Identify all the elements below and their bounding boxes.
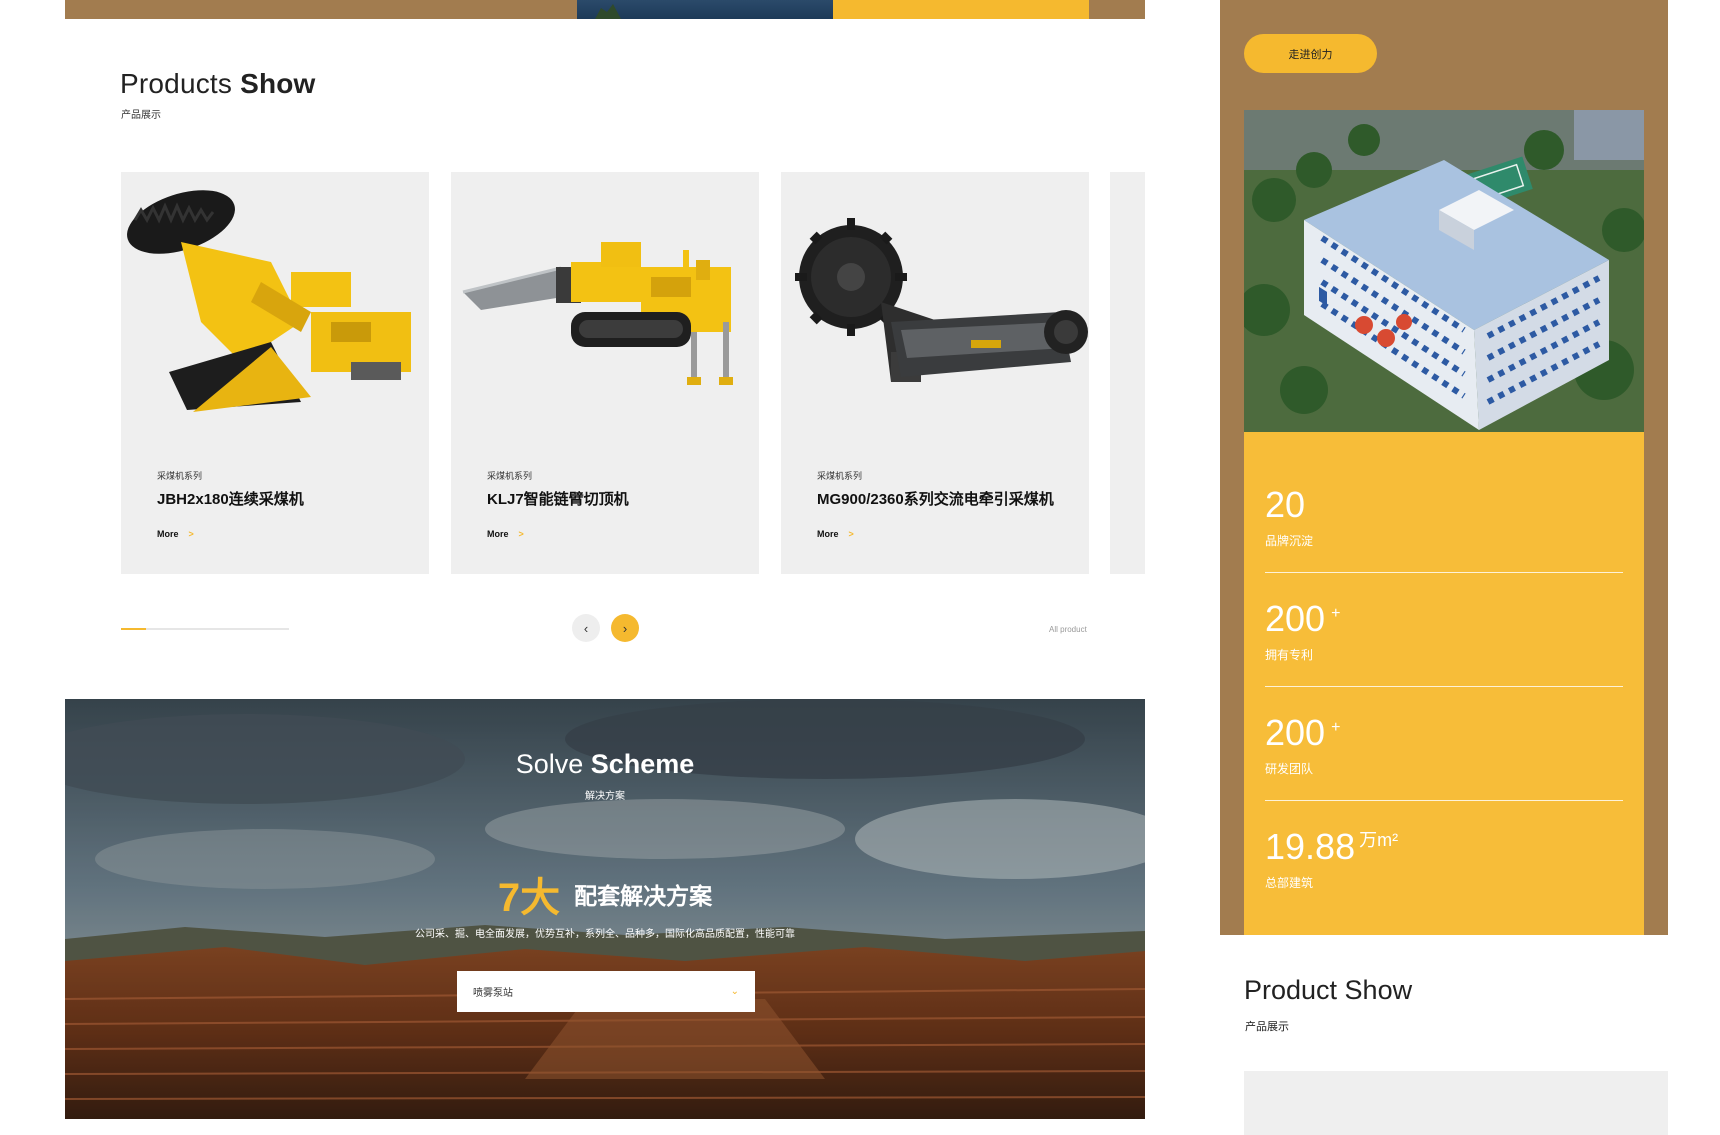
- stat-item: 200 + 研发团队: [1265, 712, 1623, 826]
- next-button[interactable]: ›: [611, 614, 639, 642]
- card-title[interactable]: JBH2x180连续采煤机: [157, 488, 304, 509]
- products-show-subtitle: 产品展示: [121, 110, 161, 121]
- product-card[interactable]: 采煤机系列 JBH2x180连续采煤机 More >: [121, 172, 429, 574]
- card-title[interactable]: KLJ7智能链臂切顶机: [487, 488, 629, 509]
- stat-label: 总部建筑: [1265, 876, 1314, 890]
- shearer-image: [795, 218, 1088, 382]
- solutions-description: 公司采、掘、电全面发展，优势互补，系列全、品种多，国际化高品质配置，性能可靠: [415, 929, 795, 940]
- stat-item: 19.88 万m² 总部建筑: [1265, 826, 1623, 940]
- continuous-miner-image: [127, 190, 411, 412]
- card-category: 采煤机系列: [817, 471, 863, 481]
- chevron-right-icon: ›: [622, 620, 628, 636]
- divider: [1265, 800, 1623, 801]
- stat-value: 19.88 万m²: [1265, 826, 1399, 867]
- slider-progress-fill: [121, 628, 147, 630]
- solve-scheme-subtitle: 解决方案: [585, 791, 625, 802]
- divider: [1265, 572, 1623, 573]
- solutions-heading: 7大 配套解决方案: [497, 876, 713, 920]
- product-card[interactable]: 采煤机系列 MG900/2360系列交流电牵引采煤机 More >: [781, 172, 1089, 574]
- chevron-right-icon: >: [518, 529, 524, 539]
- desktop-page: Products Show 产品展示 采煤机系列 JBH2x180连续采煤机 M…: [0, 0, 1145, 1135]
- product-show-title: Product Show: [1244, 975, 1413, 1005]
- top-strip-brown: [65, 0, 577, 19]
- divider: [1265, 686, 1623, 687]
- chevron-right-icon: >: [188, 529, 194, 539]
- mobile-page: 走进创力 20 品牌沉淀 200 + 拥有专利 200 + 研发团队 19.88…: [1220, 0, 1668, 1135]
- product-card-peek[interactable]: [1110, 172, 1145, 574]
- stat-item: 200 + 拥有专利: [1265, 598, 1623, 712]
- slider-progress: [121, 628, 289, 630]
- chevron-right-icon: >: [848, 529, 854, 539]
- stat-value: 200 +: [1265, 598, 1341, 639]
- solution-select[interactable]: 喷雾泵站 ⌄: [457, 971, 755, 1012]
- product-card-mobile[interactable]: [1244, 1071, 1668, 1135]
- prev-button[interactable]: ‹: [572, 614, 600, 642]
- top-strip-brown-end: [1089, 0, 1145, 19]
- chevron-down-icon: ⌄: [730, 986, 739, 997]
- stat-label: 品牌沉淀: [1265, 534, 1314, 548]
- all-product-link[interactable]: All product: [1049, 625, 1087, 634]
- top-strip-yellow: [833, 0, 1089, 19]
- product-show-subtitle: 产品展示: [1245, 1021, 1289, 1033]
- stat-value: 20: [1265, 484, 1306, 525]
- chain-arm-roof-cutter-image: [462, 242, 733, 385]
- company-stats: 20 品牌沉淀 200 + 拥有专利 200 + 研发团队 19.88 万m² 总部建…: [1244, 432, 1644, 935]
- card-category: 采煤机系列: [487, 471, 533, 481]
- card-category: 采煤机系列: [157, 471, 203, 481]
- chevron-left-icon: ‹: [583, 620, 589, 636]
- stat-label: 拥有专利: [1265, 648, 1314, 662]
- card-title[interactable]: MG900/2360系列交流电牵引采煤机: [817, 488, 1054, 509]
- about-button[interactable]: 走进创力: [1244, 34, 1377, 73]
- solve-scheme-banner: Solve Scheme 解决方案 7大 配套解决方案 公司采、掘、电全面发展，优…: [65, 699, 1145, 1119]
- top-strip-image: [577, 0, 833, 19]
- more-link[interactable]: More >: [157, 529, 194, 539]
- stat-label: 研发团队: [1265, 762, 1314, 776]
- products-show-title: Products Show: [120, 68, 316, 99]
- more-link[interactable]: More >: [817, 529, 854, 539]
- headquarters-building-image: [1244, 110, 1644, 432]
- product-card[interactable]: 采煤机系列 KLJ7智能链臂切顶机 More >: [451, 172, 759, 574]
- stat-item: 20 品牌沉淀: [1265, 484, 1623, 598]
- solve-scheme-title: Solve Scheme: [515, 749, 695, 779]
- more-link[interactable]: More >: [487, 529, 524, 539]
- stat-value: 200 +: [1265, 712, 1341, 753]
